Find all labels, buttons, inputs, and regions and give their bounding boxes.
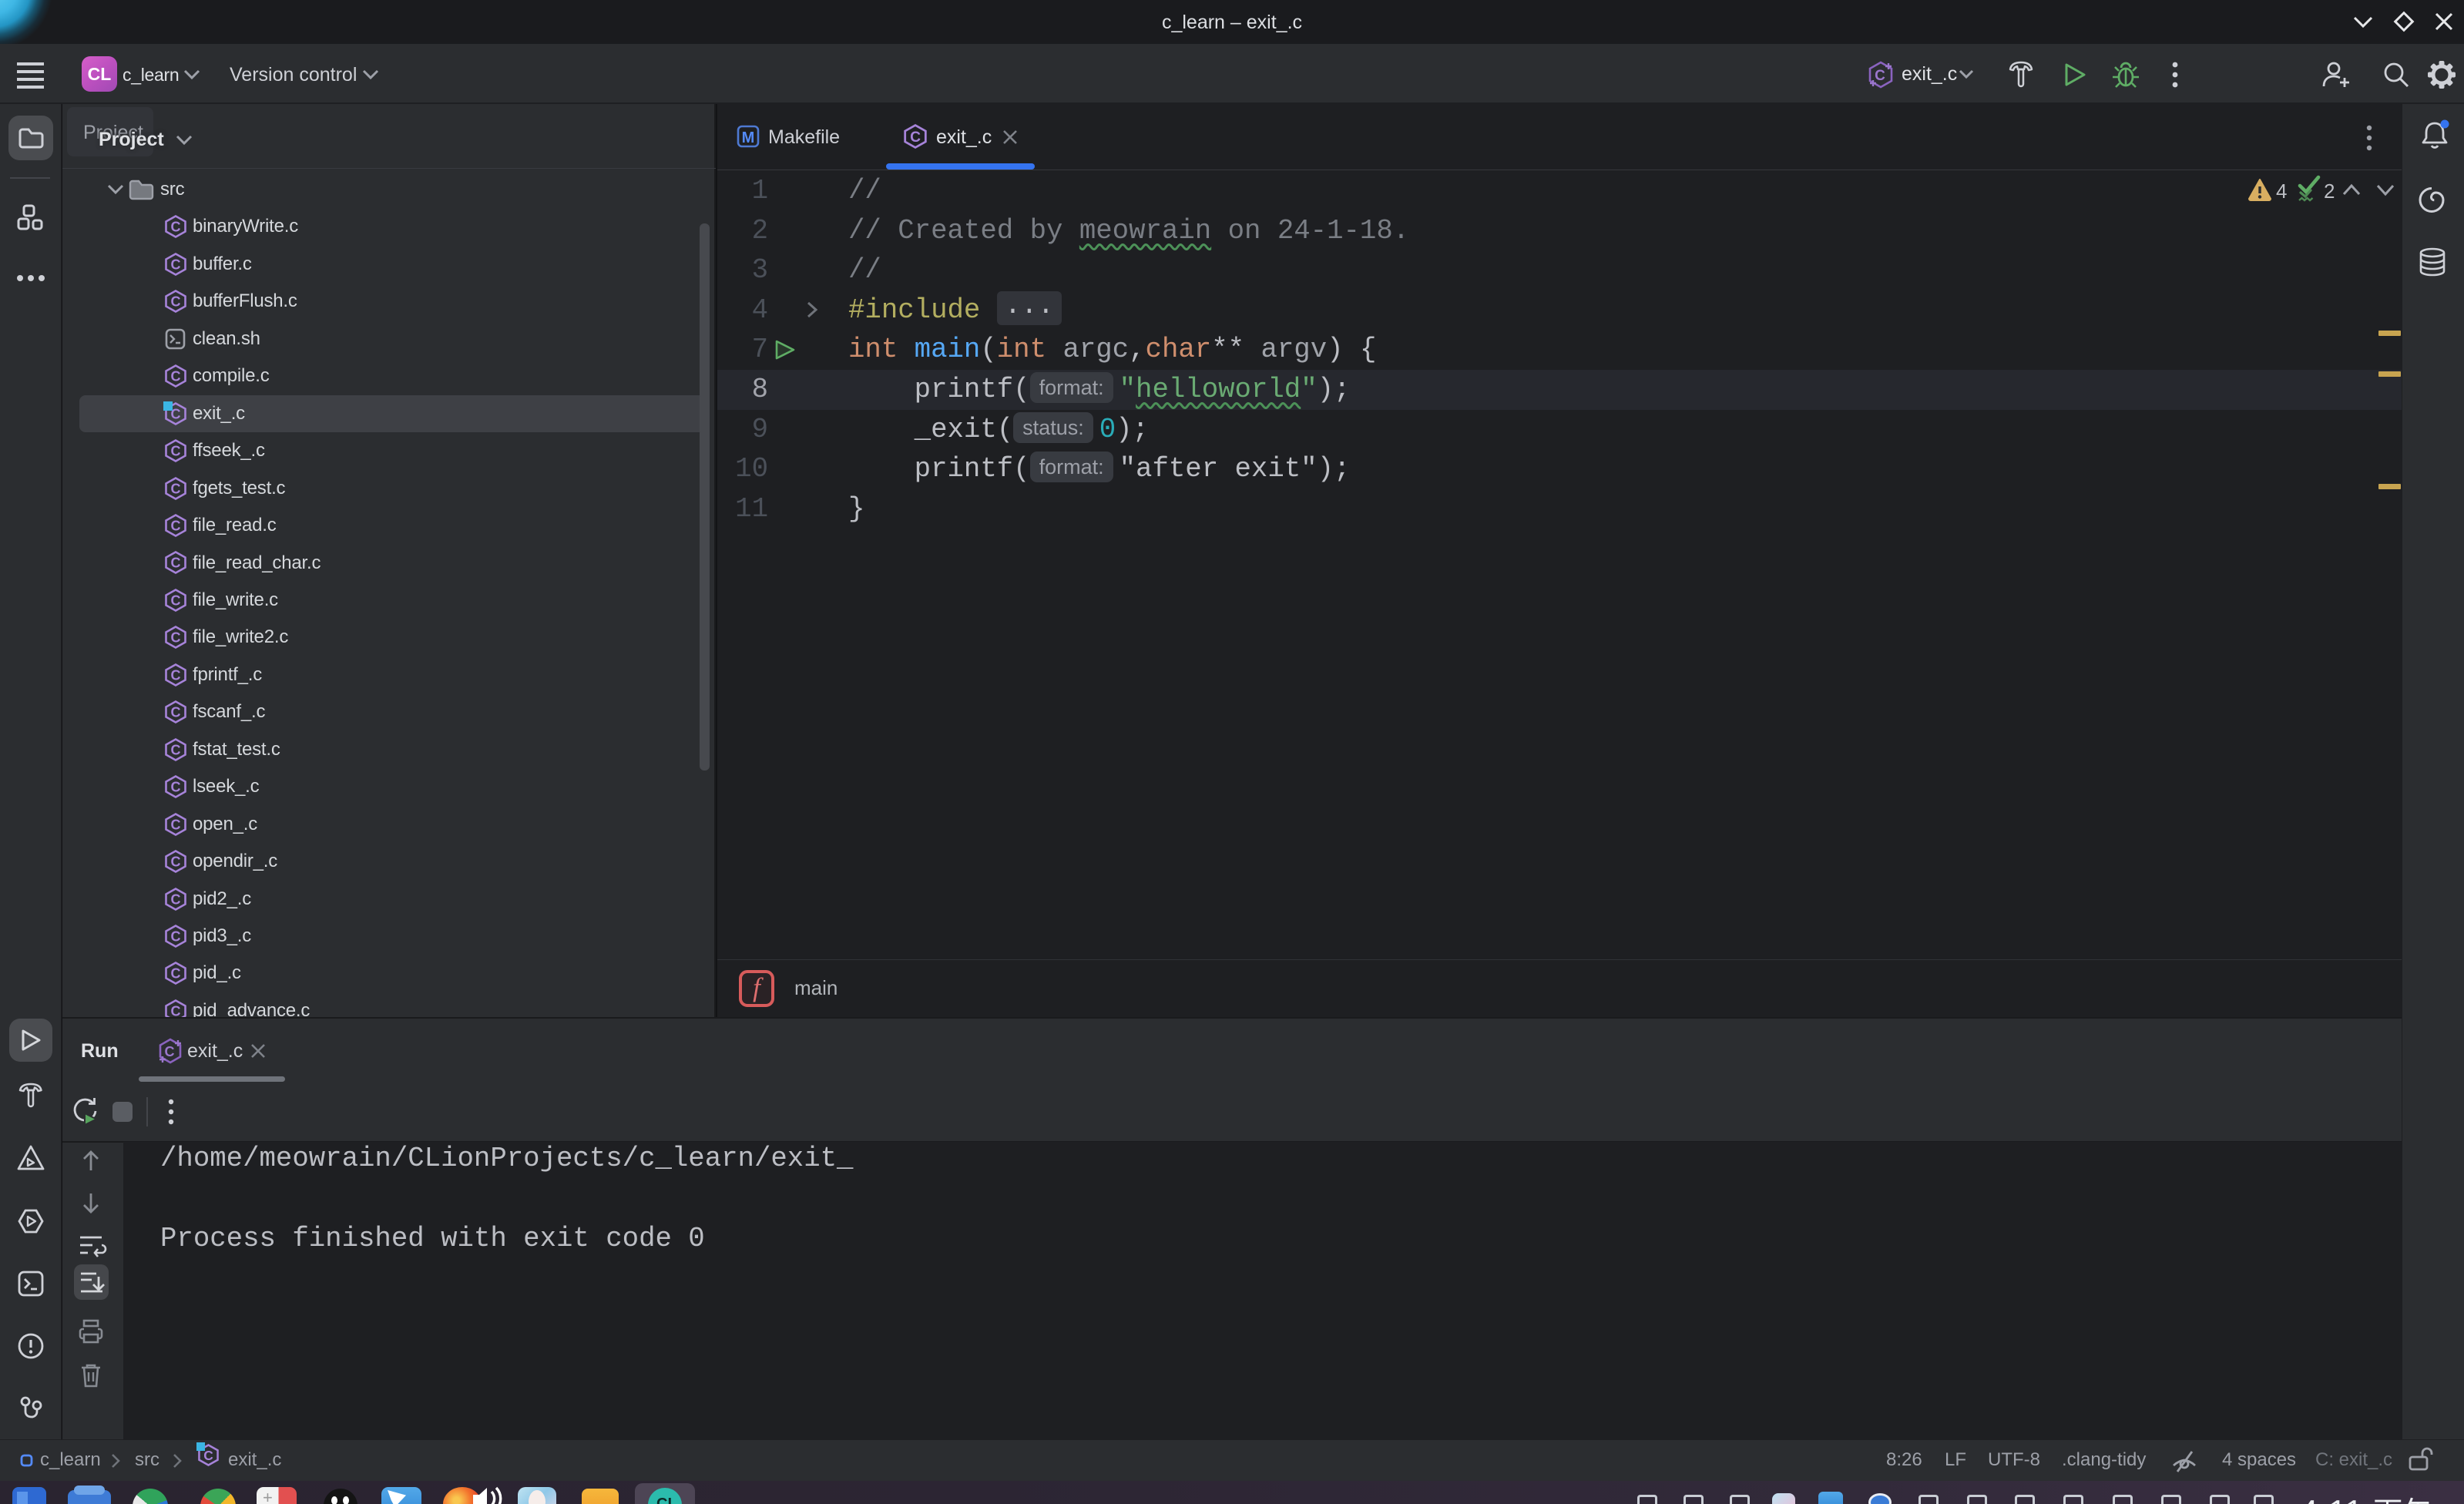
svg-text:M: M [742,129,755,146]
svg-text:C: C [1875,68,1885,84]
svg-text:C: C [165,1044,175,1059]
